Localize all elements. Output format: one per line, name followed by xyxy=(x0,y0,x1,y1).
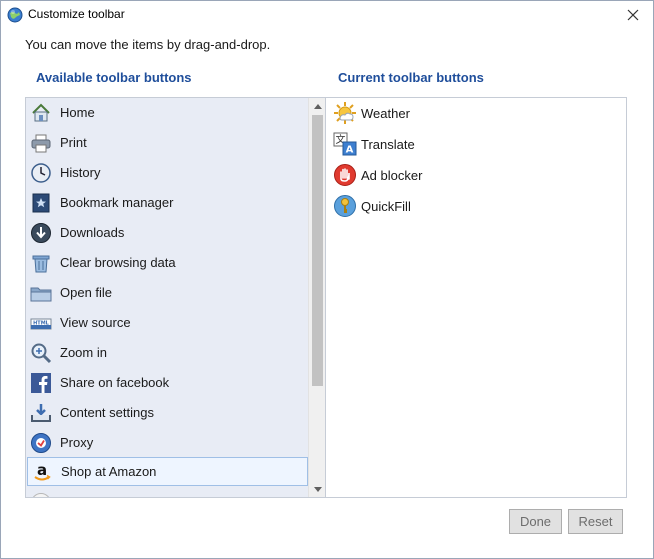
title-bar: Customize toolbar xyxy=(1,1,653,29)
trash-icon xyxy=(32,255,50,272)
available-item-home[interactable]: Home xyxy=(30,98,95,127)
current-item-quickfill[interactable]: QuickFill xyxy=(333,193,411,219)
current-item-label: Weather xyxy=(361,105,410,121)
reset-button[interactable]: Reset xyxy=(568,509,623,534)
available-item-bookmark-manager[interactable]: Bookmark manager xyxy=(30,188,173,217)
weather-sun-icon xyxy=(334,102,356,124)
available-heading: Available toolbar buttons xyxy=(36,70,192,85)
translate-icon: 文 A xyxy=(333,132,357,156)
current-item-ad-blocker[interactable]: Ad blocker xyxy=(333,162,422,188)
available-item-label: Bookmark manager xyxy=(60,195,174,210)
content-download-icon xyxy=(31,403,51,422)
clock-icon xyxy=(31,162,51,183)
available-item-zoom-in[interactable]: Zoom in xyxy=(30,338,107,367)
current-item-weather[interactable]: Weather xyxy=(333,100,410,126)
magnifier-icon xyxy=(31,343,52,363)
window-title: Customize toolbar xyxy=(28,7,125,21)
available-item-label: Zoom in xyxy=(60,345,107,360)
available-item-proxy[interactable]: Proxy xyxy=(30,428,93,457)
printer-icon xyxy=(31,134,51,152)
available-item-content-settings[interactable]: Content settings xyxy=(30,398,154,427)
scroll-up-button[interactable] xyxy=(309,98,325,114)
chevron-up-icon xyxy=(313,103,322,109)
customize-toolbar-dialog: Customize toolbar You can move the items… xyxy=(0,0,654,559)
svg-text:a: a xyxy=(37,461,47,479)
available-item-label: Open file xyxy=(60,285,113,300)
chevron-down-icon xyxy=(313,486,322,492)
available-item-history[interactable]: History xyxy=(30,158,100,187)
current-item-label: QuickFill xyxy=(361,198,411,214)
available-item-label: Home xyxy=(60,105,95,120)
current-buttons-list[interactable]: Weather 文 A Translate Ad blocker QuickFi… xyxy=(325,97,627,498)
instruction-text: You can move the items by drag-and-drop. xyxy=(25,37,271,52)
done-button[interactable]: Done xyxy=(509,509,562,534)
proxy-icon xyxy=(31,432,51,453)
available-item-print[interactable]: Print xyxy=(30,128,87,157)
globe-app-icon xyxy=(7,7,23,23)
current-heading: Current toolbar buttons xyxy=(338,70,484,85)
close-button[interactable] xyxy=(619,3,647,27)
facebook-icon xyxy=(31,372,51,393)
partial-item-icon xyxy=(32,492,50,497)
html-source-icon: HTML xyxy=(30,318,52,329)
available-item-label: Print xyxy=(60,135,87,150)
svg-text:A: A xyxy=(346,145,354,156)
home-icon xyxy=(32,103,50,121)
close-icon xyxy=(627,9,639,21)
available-item-label: View source xyxy=(60,315,131,330)
available-item-downloads[interactable]: Downloads xyxy=(30,218,124,247)
scroll-down-button[interactable] xyxy=(309,481,325,497)
available-buttons-list[interactable]: Home Print History Bookmark manager Down… xyxy=(25,97,326,498)
available-item-label: Share on facebook xyxy=(60,375,170,390)
available-item-clear-browsing-data[interactable]: Clear browsing data xyxy=(30,248,176,277)
current-item-translate[interactable]: 文 A Translate xyxy=(333,131,415,157)
available-item-label: Downloads xyxy=(60,225,125,240)
available-item-label: History xyxy=(60,165,101,180)
bookmark-book-icon xyxy=(32,193,50,212)
current-item-label: Translate xyxy=(361,136,415,152)
available-item-label: Clear browsing data xyxy=(60,255,176,270)
available-item-label: Proxy xyxy=(60,435,94,450)
available-item-label: Shop at Amazon xyxy=(61,464,157,479)
folder-icon xyxy=(30,287,52,301)
svg-text:HTML: HTML xyxy=(33,320,50,326)
available-item-share-on-facebook[interactable]: Share on facebook xyxy=(30,368,169,397)
available-item-shop-at-amazon[interactable]: a Shop at Amazon xyxy=(27,457,308,486)
scrollbar-thumb[interactable] xyxy=(312,115,323,386)
current-item-label: Ad blocker xyxy=(361,167,423,183)
quickfill-key-icon xyxy=(334,195,356,217)
available-list-scrollbar[interactable] xyxy=(308,98,325,497)
download-arrow-icon xyxy=(31,222,51,243)
available-item-open-file[interactable]: Open file xyxy=(30,278,112,307)
amazon-icon: a xyxy=(34,461,51,480)
available-item-view-source[interactable]: HTML View source xyxy=(30,308,131,337)
ad-blocker-hand-icon xyxy=(334,164,356,186)
available-item-partial[interactable] xyxy=(30,488,60,497)
available-item-label: Content settings xyxy=(60,405,154,420)
